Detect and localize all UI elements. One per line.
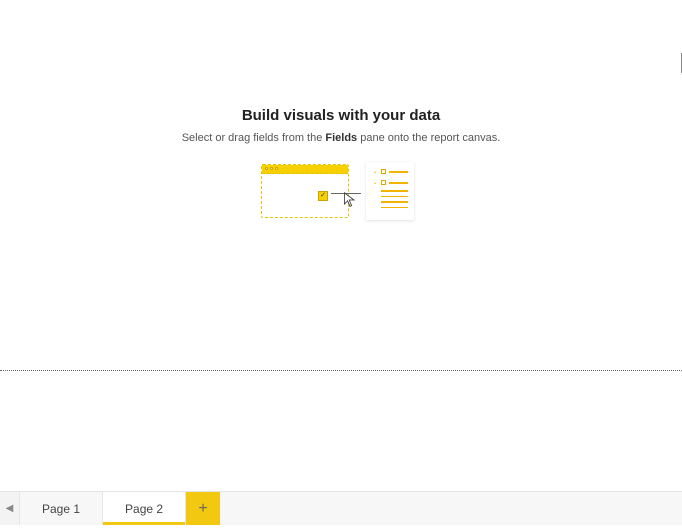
tab-label: Page 1: [42, 502, 80, 516]
illus-window-icon: ✓: [261, 164, 349, 218]
tab-scroll-left-button[interactable]: ◀: [0, 492, 20, 525]
tab-page-2[interactable]: Page 2: [103, 492, 186, 525]
empty-desc-suffix: pane onto the report canvas.: [357, 132, 500, 144]
plus-icon: +: [198, 500, 207, 518]
illus-fields-list-icon: ⌄ ⌄: [366, 162, 414, 220]
empty-state-description: Select or drag fields from the Fields pa…: [81, 132, 601, 144]
empty-state: Build visuals with your data Select or d…: [81, 107, 601, 222]
illus-checkbox-icon: ✓: [318, 191, 328, 201]
empty-desc-bold: Fields: [325, 132, 357, 144]
add-page-button[interactable]: +: [186, 492, 220, 525]
empty-desc-prefix: Select or drag fields from the: [182, 132, 326, 144]
report-canvas[interactable]: Build visuals with your data Select or d…: [0, 0, 682, 370]
tab-label: Page 2: [125, 502, 163, 516]
cursor-icon: [343, 192, 357, 208]
tab-page-1[interactable]: Page 1: [20, 492, 103, 525]
empty-state-title: Build visuals with your data: [81, 107, 601, 124]
chevron-left-icon: ◀: [6, 503, 14, 514]
page-tab-bar: ◀ Page 1 Page 2 +: [0, 491, 682, 525]
canvas-boundary-divider: [0, 370, 682, 371]
empty-state-illustration: ✓ ⌄ ⌄: [261, 162, 421, 222]
